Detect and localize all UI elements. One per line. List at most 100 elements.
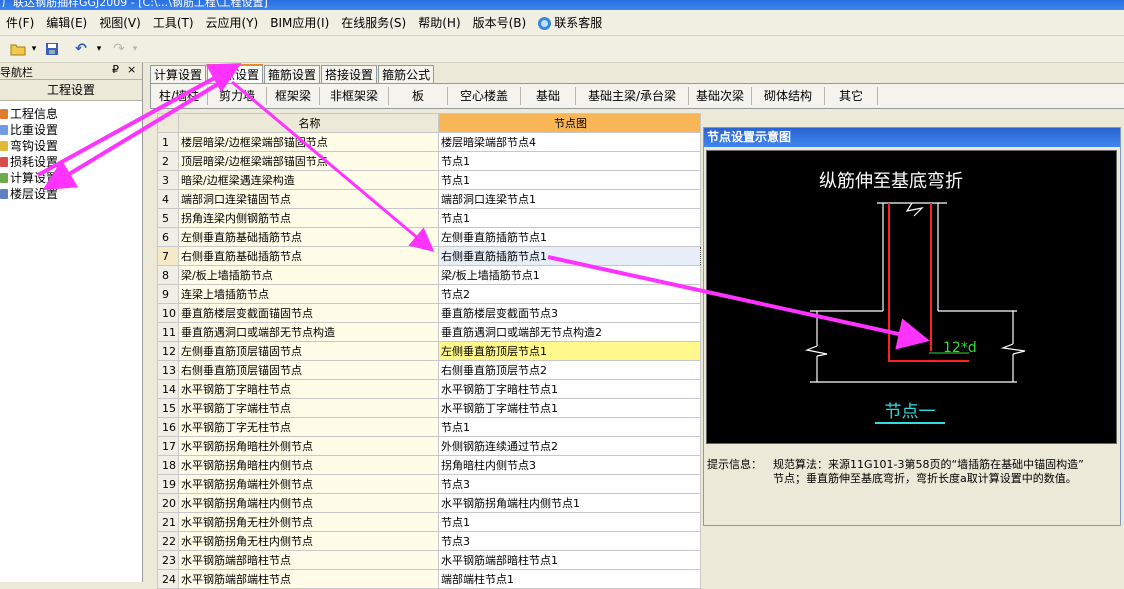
- menu-contact-support[interactable]: 联系客服: [532, 14, 608, 31]
- table-row[interactable]: 16 水平钢筋丁字无柱节点 节点1: [157, 417, 701, 437]
- tab-calculation-settings[interactable]: 计算设置: [150, 65, 207, 84]
- node-diagram-cell[interactable]: 右侧垂直筋插筋节点1: [438, 246, 701, 266]
- pin-icon[interactable]: ₽: [112, 63, 119, 76]
- table-row[interactable]: 3 暗梁/边框梁遇连梁构造 节点1: [157, 170, 701, 190]
- node-diagram-cell[interactable]: 端部洞口连梁节点1: [438, 189, 701, 209]
- node-diagram-cell[interactable]: 垂直筋楼层变截面节点3: [438, 303, 701, 323]
- column-header-node-diagram[interactable]: 节点图: [438, 113, 701, 133]
- menu-version[interactable]: 版本号(B): [467, 14, 533, 31]
- node-diagram-cell[interactable]: 左侧垂直筋插筋节点1: [438, 227, 701, 247]
- nav-section-project-settings[interactable]: 工程设置: [0, 80, 142, 101]
- node-diagram-cell[interactable]: 节点1: [438, 208, 701, 228]
- menu-edit[interactable]: 编辑(E): [40, 14, 93, 31]
- table-row[interactable]: 1 楼层暗梁/边框梁端部锚固节点 楼层暗梁端部节点4: [157, 132, 701, 152]
- subtab-column[interactable]: 柱/墙柱: [151, 87, 208, 105]
- close-icon[interactable]: ×: [127, 63, 136, 76]
- table-row[interactable]: 9 连梁上墙插筋节点 节点2: [157, 284, 701, 304]
- table-row[interactable]: 5 拐角连梁内侧钢筋节点 节点1: [157, 208, 701, 228]
- node-diagram-cell[interactable]: 楼层暗梁端部节点4: [438, 132, 701, 152]
- menu-cloud[interactable]: 云应用(Y): [200, 14, 265, 31]
- support-icon: [538, 17, 552, 30]
- menu-tools[interactable]: 工具(T): [147, 14, 200, 31]
- subtab-frame-beam[interactable]: 框架梁: [267, 87, 320, 105]
- menu-file[interactable]: 件(F): [0, 14, 40, 31]
- table-row[interactable]: 21 水平钢筋拐角无柱外侧节点 节点1: [157, 512, 701, 532]
- row-index-cell: 18: [157, 455, 179, 475]
- table-row[interactable]: 15 水平钢筋丁字端柱节点 水平钢筋丁字端柱节点1: [157, 398, 701, 418]
- table-row[interactable]: 10 垂直筋楼层变截面锚固节点 垂直筋楼层变截面节点3: [157, 303, 701, 323]
- tab-node-settings[interactable]: 节点设置: [207, 64, 264, 85]
- table-row[interactable]: 17 水平钢筋拐角暗柱外侧节点 外侧钢筋连续通过节点2: [157, 436, 701, 456]
- nav-item-loss[interactable]: 损耗设置: [0, 154, 58, 170]
- node-diagram-cell[interactable]: 节点3: [438, 474, 701, 494]
- node-diagram-cell[interactable]: 端部端柱节点1: [438, 569, 701, 589]
- table-row[interactable]: 18 水平钢筋拐角暗柱内侧节点 拐角暗柱内侧节点3: [157, 455, 701, 475]
- nav-item-density[interactable]: 比重设置: [0, 122, 58, 138]
- redo-button[interactable]: ↷: [110, 40, 128, 58]
- menu-help[interactable]: 帮助(H): [412, 14, 466, 31]
- node-diagram-cell[interactable]: 节点1: [438, 151, 701, 171]
- undo-button[interactable]: ↶: [72, 40, 90, 58]
- save-button[interactable]: [44, 40, 60, 58]
- subtab-other[interactable]: 其它: [825, 87, 878, 105]
- subtab-foundation-secondary-beam[interactable]: 基础次梁: [689, 87, 752, 105]
- menu-online-service[interactable]: 在线服务(S): [335, 14, 412, 31]
- node-diagram-cell[interactable]: 节点1: [438, 170, 701, 190]
- nav-item-calculation[interactable]: 计算设置: [0, 170, 58, 186]
- table-row[interactable]: 11 垂直筋遇洞口或端部无节点构造 垂直筋遇洞口或端部无节点构造2: [157, 322, 701, 342]
- table-row[interactable]: 12 左侧垂直筋顶层锚固节点 左侧垂直筋顶层节点1: [157, 341, 701, 361]
- node-diagram-cell[interactable]: 垂直筋遇洞口或端部无节点构造2: [438, 322, 701, 342]
- node-diagram-cell[interactable]: 水平钢筋丁字端柱节点1: [438, 398, 701, 418]
- node-diagram-cell[interactable]: 拐角暗柱内侧节点3: [438, 455, 701, 475]
- table-row[interactable]: 20 水平钢筋拐角端柱内侧节点 水平钢筋拐角端柱内侧节点1: [157, 493, 701, 513]
- name-cell: 水平钢筋拐角暗柱外侧节点: [178, 436, 439, 456]
- node-diagram-cell[interactable]: 节点2: [438, 284, 701, 304]
- name-cell: 暗梁/边框梁遇连梁构造: [178, 170, 439, 190]
- node-diagram-cell[interactable]: 右侧垂直筋顶层节点2: [438, 360, 701, 380]
- nav-item-hook[interactable]: 弯钩设置: [0, 138, 58, 154]
- subtab-masonry[interactable]: 砌体结构: [752, 87, 825, 105]
- node-diagram-cell[interactable]: 梁/板上墙插筋节点1: [438, 265, 701, 285]
- undo-dropdown-button[interactable]: ▾: [94, 40, 104, 58]
- node-diagram-cell[interactable]: 水平钢筋端部暗柱节点1: [438, 550, 701, 570]
- table-row[interactable]: 4 端部洞口连梁锚固节点 端部洞口连梁节点1: [157, 189, 701, 209]
- name-cell: 右侧垂直筋顶层锚固节点: [178, 360, 439, 380]
- tab-stirrup-settings[interactable]: 箍筋设置: [264, 65, 321, 84]
- node-diagram-cell[interactable]: 节点3: [438, 531, 701, 551]
- table-row[interactable]: 2 顶层暗梁/边框梁端部锚固节点 节点1: [157, 151, 701, 171]
- node-diagram-cell[interactable]: 外侧钢筋连续通过节点2: [438, 436, 701, 456]
- tab-stirrup-formula[interactable]: 箍筋公式: [378, 65, 435, 84]
- subtab-foundation-main-beam[interactable]: 基础主梁/承台梁: [576, 87, 689, 105]
- menu-view[interactable]: 视图(V): [93, 14, 147, 31]
- node-diagram-cell[interactable]: 水平钢筋丁字暗柱节点1: [438, 379, 701, 399]
- open-dropdown-button[interactable]: ▾: [29, 40, 39, 58]
- table-row[interactable]: 19 水平钢筋拐角端柱外侧节点 节点3: [157, 474, 701, 494]
- row-index-cell: 8: [157, 265, 179, 285]
- table-row[interactable]: 7 右侧垂直筋基础插筋节点 右侧垂直筋插筋节点1: [157, 246, 701, 266]
- nav-item-project-info[interactable]: 工程信息: [0, 106, 58, 122]
- column-header-name[interactable]: 名称: [178, 113, 439, 133]
- nav-item-floor[interactable]: 楼层设置: [0, 186, 58, 202]
- redo-dropdown-button[interactable]: ▾: [130, 40, 140, 58]
- table-row[interactable]: 24 水平钢筋端部端柱节点 端部端柱节点1: [157, 569, 701, 589]
- open-folder-button[interactable]: [10, 40, 26, 58]
- subtab-slab[interactable]: 板: [389, 87, 448, 105]
- subtab-foundation[interactable]: 基础: [521, 87, 576, 105]
- table-row[interactable]: 14 水平钢筋丁字暗柱节点 水平钢筋丁字暗柱节点1: [157, 379, 701, 399]
- table-row[interactable]: 23 水平钢筋端部暗柱节点 水平钢筋端部暗柱节点1: [157, 550, 701, 570]
- tab-lap-settings[interactable]: 搭接设置: [321, 65, 378, 84]
- table-row[interactable]: 22 水平钢筋拐角无柱内侧节点 节点3: [157, 531, 701, 551]
- menu-bim[interactable]: BIM应用(I): [264, 14, 335, 31]
- node-diagram-cell[interactable]: 水平钢筋拐角端柱内侧节点1: [438, 493, 701, 513]
- subtab-non-frame-beam[interactable]: 非框架梁: [320, 87, 389, 105]
- table-row[interactable]: 6 左侧垂直筋基础插筋节点 左侧垂直筋插筋节点1: [157, 227, 701, 247]
- table-row[interactable]: 8 梁/板上墙插筋节点 梁/板上墙插筋节点1: [157, 265, 701, 285]
- table-row[interactable]: 13 右侧垂直筋顶层锚固节点 右侧垂直筋顶层节点2: [157, 360, 701, 380]
- row-index-cell: 19: [157, 474, 179, 494]
- node-diagram-cell[interactable]: 左侧垂直筋顶层节点1: [438, 341, 701, 361]
- subtab-hollow-floor[interactable]: 空心楼盖: [448, 87, 521, 105]
- subtab-shear-wall[interactable]: 剪力墙: [208, 87, 267, 105]
- row-index-cell: 2: [157, 151, 179, 171]
- node-diagram-cell[interactable]: 节点1: [438, 512, 701, 532]
- node-diagram-cell[interactable]: 节点1: [438, 417, 701, 437]
